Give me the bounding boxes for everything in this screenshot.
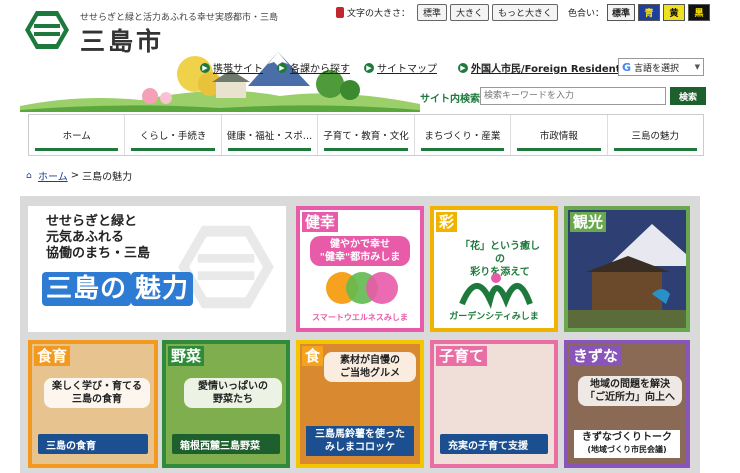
nav-living[interactable]: くらし・手続き: [125, 115, 222, 155]
nav-attractions[interactable]: 三島の魅力: [608, 115, 703, 155]
font-size-label: 文字の大きさ：: [347, 9, 411, 19]
color-yellow-button[interactable]: 黄: [663, 4, 686, 21]
mobile-site-link[interactable]: ▶ 携帯サイト: [200, 60, 263, 75]
garden-logo-icon: [459, 273, 533, 309]
tile-tag: きずな: [570, 346, 622, 366]
font-size-large-button[interactable]: 大きく: [450, 4, 490, 21]
tile-body: 愛情いっぱいの 野菜たち: [184, 378, 282, 408]
chevron-down-icon: ▼: [694, 63, 700, 71]
hero-text: せせらぎと緑と 元気あふれる 協働のまち・三島: [46, 214, 151, 261]
sitemap-link[interactable]: ▶ サイトマップ: [364, 60, 437, 75]
search-input[interactable]: [480, 87, 666, 105]
tile-footer: スマートウエルネスみしま: [312, 313, 408, 322]
tile-body: 楽しく学び・育てる 三島の食育: [44, 378, 150, 408]
font-size-icon: [336, 7, 344, 18]
tile-tag: 野菜: [168, 346, 205, 366]
tile-tag: 観光: [570, 212, 607, 232]
font-size-control: 文字の大きさ： 標準 大きく もっと大きく: [336, 4, 559, 21]
tile-tag: 健幸: [302, 212, 339, 232]
home-icon: ⌂: [26, 170, 32, 181]
tile-tag: 子育て: [436, 346, 488, 366]
arrow-icon: ▶: [277, 62, 287, 73]
tile-tag: 食育: [34, 346, 71, 366]
nav-childcare-education[interactable]: 子育て・教育・文化: [318, 115, 415, 155]
color-label: 色合い：: [568, 9, 605, 19]
tile-footer-sub: (地域づくり市民会議): [587, 445, 667, 454]
tile-tag: 彩: [436, 212, 458, 232]
tile-footer: 三島馬鈴薯を使った みしまコロッケ: [306, 426, 414, 456]
dept-search-link[interactable]: ▶ 各課から探す: [277, 60, 350, 75]
font-size-larger-button[interactable]: もっと大きく: [492, 4, 559, 21]
color-black-button[interactable]: 黒: [688, 4, 711, 21]
utility-links: ▶ 携帯サイト ▶ 各課から探す ▶ サイトマップ: [200, 60, 437, 75]
hero-heading: 三島の 魅力: [42, 268, 194, 306]
header-landscape-illustration: [20, 52, 420, 112]
search-button[interactable]: 検索: [670, 87, 706, 105]
search-label: サイト内検索: [420, 94, 480, 105]
tile-croquette[interactable]: 食 素材が自慢の ご当地グルメ 三島馬鈴薯を使った みしまコロッケ: [296, 340, 424, 468]
arrow-icon: ▶: [364, 62, 374, 73]
tile-body: 素材が自慢の ご当地グルメ: [324, 352, 416, 382]
tile-childcare[interactable]: 子育て 充実の子育て支援: [430, 340, 558, 468]
color-control: 色合い： 標準 青 黄 黒: [568, 4, 711, 21]
tile-body: 健やかで幸せ "健幸"都市みしま: [310, 236, 410, 266]
color-blue-button[interactable]: 青: [638, 4, 661, 21]
tile-footer: ガーデンシティみしま: [449, 312, 539, 322]
tile-smart-wellness[interactable]: 健幸 健やかで幸せ "健幸"都市みしま スマートウエルネスみしま: [296, 206, 424, 332]
wellness-logo-icon: [326, 272, 398, 304]
hero-banner: せせらぎと緑と 元気あふれる 協働のまち・三島 三島の 魅力: [28, 206, 286, 332]
logo-watermark-icon: [178, 225, 274, 309]
translate-select[interactable]: G 言語を選択 ▼: [618, 58, 704, 76]
translate-label: 言語を選択: [634, 63, 680, 74]
tile-footer: きずなづくりトーク: [582, 432, 672, 443]
nav-town-industry[interactable]: まちづくり・産業: [415, 115, 512, 155]
google-icon: G: [622, 60, 632, 74]
global-nav: ホーム くらし・手続き 健康・福祉・スポ… 子育て・教育・文化 まちづくり・産業…: [28, 114, 704, 156]
tile-kizuna[interactable]: きずな 地域の問題を解決 「ご近所力」向上へ きずなづくりトーク (地域づくり市…: [564, 340, 690, 468]
tile-footer-box: きずなづくりトーク (地域づくり市民会議): [574, 430, 680, 458]
breadcrumb-home-link[interactable]: ホーム: [38, 168, 68, 183]
tile-tag: 食: [302, 346, 324, 366]
breadcrumb: ⌂ ホーム > 三島の魅力: [26, 168, 132, 183]
nav-city-admin[interactable]: 市政情報: [511, 115, 608, 155]
nav-home[interactable]: ホーム: [29, 115, 126, 155]
color-standard-button[interactable]: 標準: [607, 4, 636, 21]
tile-footer: 箱根西麓三島野菜: [172, 434, 280, 454]
breadcrumb-separator: >: [70, 170, 80, 181]
tile-footer: 充実の子育て支援: [440, 434, 548, 454]
tile-footer: 三島の食育: [38, 434, 148, 454]
foreign-residents-link[interactable]: ▶ 外国人市民/Foreign Residents: [458, 60, 627, 75]
font-size-standard-button[interactable]: 標準: [417, 4, 448, 21]
tile-tourism[interactable]: 観光: [564, 206, 690, 332]
site-header: せせらぎと緑と活力あふれる幸せ実感都市・三島 三島市 文字の大きさ： 標準 大き…: [0, 0, 740, 112]
tile-food-education[interactable]: 食育 楽しく学び・育てる 三島の食育 三島の食育: [28, 340, 158, 468]
tile-vegetables[interactable]: 野菜 愛情いっぱいの 野菜たち 箱根西麓三島野菜: [162, 340, 290, 468]
tile-body: 地域の問題を解決 「ご近所力」向上へ: [578, 376, 682, 406]
nav-health[interactable]: 健康・福祉・スポ…: [222, 115, 319, 155]
tile-garden-city[interactable]: 彩 「花」という癒しの 彩りを添えて ガーデンシティみしま: [430, 206, 558, 332]
breadcrumb-current: 三島の魅力: [82, 172, 133, 183]
arrow-icon: ▶: [200, 62, 210, 73]
arrow-icon: ▶: [458, 62, 468, 73]
